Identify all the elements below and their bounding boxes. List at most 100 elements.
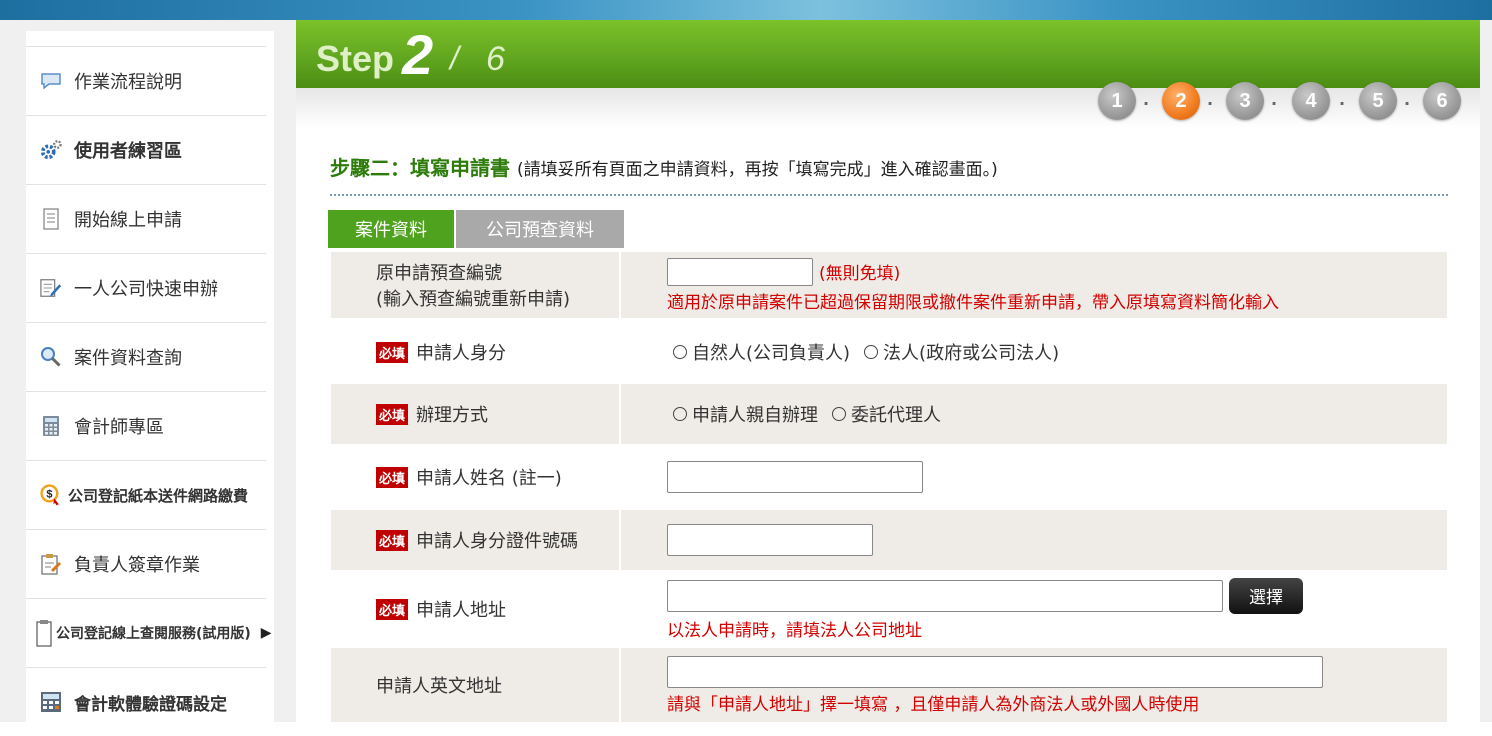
label-text: 原申請預查編號 bbox=[376, 263, 502, 284]
sidebar-item-label: 使用者練習區 bbox=[74, 141, 182, 162]
radio-self[interactable]: 申請人親自辦理 bbox=[673, 401, 818, 427]
main-panel: Step 2 / 6 1 · 2 · 3 · 4 · 5 · 6 步驟二：填寫申… bbox=[296, 20, 1480, 722]
form-label: 申請人英文地址 bbox=[331, 648, 621, 722]
sidebar-item-one-person[interactable]: 一人公司快速申辦 bbox=[26, 253, 266, 322]
form-row-name: 必填 申請人姓名 (註一) bbox=[331, 446, 1447, 508]
help-text: 請與「申請人地址」擇一填寫 ，且僅申請人為外商法人或外國人時使用 bbox=[667, 694, 1200, 715]
radio-legal-person[interactable]: 法人(政府或公司法人) bbox=[864, 339, 1059, 365]
sidebar-item-signature[interactable]: 負責人簽章作業 bbox=[26, 529, 266, 598]
radio-label: 法人(政府或公司法人) bbox=[883, 343, 1060, 364]
step-indicator-5: 5 bbox=[1359, 82, 1397, 120]
step-indicator-6: 6 bbox=[1423, 82, 1461, 120]
form-row-original-number: 原申請預查編號 (輸入預查編號重新申請) (無則免填) 適用於原申請案件已超過保… bbox=[331, 252, 1447, 318]
radio-label: 委託代理人 bbox=[851, 405, 941, 426]
chat-bubble-icon bbox=[40, 70, 62, 92]
page-hint: (請填妥所有頁面之申請資料，再按「填寫完成」進入確認畫面。) bbox=[516, 160, 998, 180]
form-label: 必填 申請人地址 bbox=[331, 572, 621, 646]
sidebar-item-workflow[interactable]: 作業流程說明 bbox=[26, 46, 266, 115]
step-separator: · bbox=[1339, 94, 1346, 113]
radio-label: 申請人親自辦理 bbox=[692, 405, 818, 426]
form-label: 原申請預查編號 (輸入預查編號重新申請) bbox=[331, 252, 621, 318]
edit-document-icon bbox=[40, 277, 62, 299]
svg-text:$: $ bbox=[46, 488, 52, 500]
radio-natural-person[interactable]: 自然人(公司負責人) bbox=[673, 339, 850, 365]
handling-radio-group: 申請人親自辦理 委託代理人 bbox=[673, 401, 1447, 427]
gears-icon bbox=[40, 139, 62, 161]
sidebar-item-label: 案件資料查詢 bbox=[74, 348, 182, 369]
sidebar-item-label: 負責人簽章作業 bbox=[74, 555, 200, 576]
sidebar-item-online-payment[interactable]: $ 公司登記紙本送件網路繳費 bbox=[26, 460, 266, 529]
original-number-input[interactable] bbox=[667, 257, 813, 286]
divider bbox=[330, 194, 1448, 196]
sidebar-item-label: 會計師專區 bbox=[74, 417, 164, 438]
tab-company-precheck[interactable]: 公司預查資料 bbox=[456, 210, 624, 248]
sidebar-item-case-query[interactable]: 案件資料查詢 bbox=[26, 322, 266, 391]
id-number-input[interactable] bbox=[667, 524, 873, 556]
step-total: 6 bbox=[486, 40, 505, 78]
step-current: 2 bbox=[402, 23, 434, 86]
form-value: 申請人親自辦理 委託代理人 bbox=[621, 384, 1447, 444]
english-address-input[interactable] bbox=[667, 655, 1323, 688]
form-label: 必填 申請人身分證件號碼 bbox=[331, 510, 621, 570]
label-text: 申請人身分證件號碼 bbox=[416, 531, 579, 552]
sidebar-item-accounting-software[interactable]: 會計軟體驗證碼設定 bbox=[26, 667, 266, 736]
step-header: Step 2 / 6 bbox=[296, 20, 1480, 88]
form-row-applicant-type: 必填 申請人身分 自然人(公司負責人) 法人(政府或公司法人) bbox=[331, 322, 1447, 382]
clipboard-sign-icon bbox=[40, 553, 62, 575]
required-badge: 必填 bbox=[376, 341, 409, 363]
calculator-icon bbox=[40, 415, 62, 437]
sidebar-item-online-lookup[interactable]: 公司登記線上查閱服務(試用版) ▶ bbox=[26, 598, 272, 667]
applicant-name-input[interactable] bbox=[667, 461, 923, 493]
step-indicator-2: 2 bbox=[1162, 82, 1200, 120]
step-separator: · bbox=[1271, 94, 1278, 113]
help-text: 以法人申請時，請填法人公司地址 bbox=[667, 620, 922, 641]
form-value: 選擇 以法人申請時，請填法人公司地址 bbox=[621, 572, 1447, 646]
caret-right-icon: ▶ bbox=[260, 625, 272, 641]
dollar-icon: $ bbox=[40, 484, 62, 506]
step-word: Step bbox=[316, 38, 395, 79]
optional-note: (無則免填) bbox=[819, 264, 901, 284]
step-separator: · bbox=[1207, 94, 1214, 113]
tab-case-data[interactable]: 案件資料 bbox=[328, 210, 454, 248]
label-text: 辦理方式 bbox=[416, 405, 489, 426]
applicant-type-radio-group: 自然人(公司負責人) 法人(政府或公司法人) bbox=[673, 339, 1447, 365]
sidebar-item-label: 會計軟體驗證碼設定 bbox=[74, 694, 227, 715]
label-text: 申請人地址 bbox=[416, 600, 507, 621]
select-address-button[interactable]: 選擇 bbox=[1229, 577, 1303, 614]
label-text: 申請人姓名 (註一) bbox=[416, 468, 562, 489]
radio-button[interactable] bbox=[673, 407, 687, 421]
sidebar-item-label: 開始線上申請 bbox=[74, 210, 182, 231]
required-badge: 必填 bbox=[376, 403, 409, 425]
form-value: 自然人(公司負責人) 法人(政府或公司法人) bbox=[621, 322, 1447, 382]
sidebar-item-label: 公司登記紙本送件網路繳費 bbox=[68, 486, 249, 505]
form-row-english-address: 申請人英文地址 請與「申請人地址」擇一填寫 ，且僅申請人為外商法人或外國人時使用 bbox=[331, 648, 1447, 722]
form-label: 必填 申請人身分 bbox=[331, 322, 621, 382]
label-text: 申請人英文地址 bbox=[376, 676, 502, 697]
sidebar-item-start-apply[interactable]: 開始線上申請 bbox=[26, 184, 266, 253]
radio-button[interactable] bbox=[864, 345, 879, 359]
page-title: 步驟二：填寫申請書 (請填妥所有頁面之申請資料，再按「填寫完成」進入確認畫面。) bbox=[330, 152, 998, 181]
required-badge: 必填 bbox=[376, 598, 409, 620]
address-input[interactable] bbox=[667, 579, 1223, 612]
sidebar-item-practice[interactable]: 使用者練習區 bbox=[26, 115, 266, 184]
magnifier-icon bbox=[40, 346, 62, 368]
form-value bbox=[621, 446, 1447, 508]
radio-button[interactable] bbox=[673, 345, 687, 359]
sidebar-item-label: 公司登記線上查閱服務(試用版) bbox=[56, 626, 251, 642]
clipboard-icon bbox=[36, 620, 52, 647]
label-text: 申請人身分 bbox=[416, 343, 507, 364]
radio-label: 自然人(公司負責人) bbox=[692, 343, 851, 364]
sidebar-item-label: 一人公司快速申辦 bbox=[74, 279, 218, 300]
required-badge: 必填 bbox=[376, 529, 409, 551]
form-row-address: 必填 申請人地址 選擇 以法人申請時，請填法人公司地址 bbox=[331, 572, 1447, 646]
step-indicator-1: 1 bbox=[1098, 82, 1136, 120]
radio-button[interactable] bbox=[832, 407, 846, 421]
document-icon bbox=[40, 208, 62, 230]
radio-agent[interactable]: 委託代理人 bbox=[832, 401, 941, 427]
form-value bbox=[621, 510, 1447, 570]
step-separator: · bbox=[1143, 94, 1150, 113]
sidebar-item-accountant[interactable]: 會計師專區 bbox=[26, 391, 266, 460]
page-title-text: 步驟二：填寫申請書 bbox=[330, 156, 510, 180]
label-subtext: (輸入預查編號重新申請) bbox=[376, 289, 571, 310]
form-row-id-number: 必填 申請人身分證件號碼 bbox=[331, 510, 1447, 570]
